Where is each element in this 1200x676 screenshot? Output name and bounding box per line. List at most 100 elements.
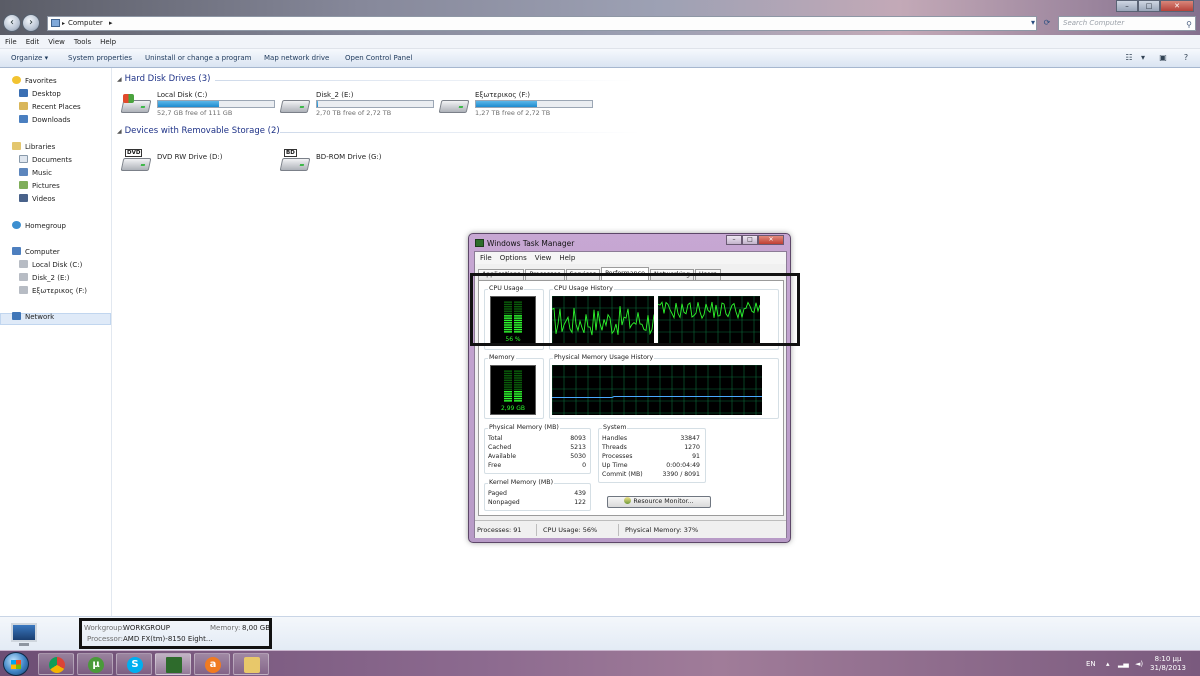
nav-libraries[interactable]: Libraries [12,142,55,152]
drive-free-space: 1,27 TB free of 2,72 TB [475,109,551,117]
tm-maximize-button[interactable]: □ [742,235,758,245]
drive-name: BD-ROM Drive (G:) [316,153,382,161]
nav-pictures[interactable]: Pictures [19,181,60,191]
optical-drive-tile[interactable]: BD BD-ROM Drive (G:) [279,145,441,175]
taskbar-task-manager[interactable] [155,653,191,675]
optical-drive-tile[interactable]: DVD DVD RW Drive (D:) [120,145,282,175]
view-dropdown-icon[interactable]: ▾ [1137,53,1149,63]
bd-drive-icon: BD [279,148,311,171]
tm-close-button[interactable]: ✕ [758,235,784,245]
uninstall-program-button[interactable]: Uninstall or change a program [145,49,252,68]
status-separator [618,524,619,536]
map-network-drive-button[interactable]: Map network drive [264,49,329,68]
taskbar-chrome[interactable] [38,653,74,675]
collapse-icon: ◢ [117,128,122,135]
meter-segment [504,390,512,393]
taskbar-explorer[interactable] [233,653,269,675]
menu-edit[interactable]: Edit [21,35,44,49]
menu-file[interactable]: File [0,35,21,49]
drive-free-space: 2,70 TB free of 2,72 TB [316,109,392,117]
nav-videos[interactable]: Videos [19,194,55,204]
nav-desktop[interactable]: Desktop [19,89,61,99]
nav-disk2-e[interactable]: Disk_2 (E:) [19,273,69,283]
task-manager-icon [166,657,182,673]
taskbar-utorrent[interactable]: µ [77,653,113,675]
highlight-box [79,618,272,649]
drive-tile[interactable]: Εξωτερικος (F:) 1,27 TB free of 2,72 TB [438,91,600,121]
nav-downloads[interactable]: Downloads [19,115,70,125]
refresh-icon[interactable]: ⟳ [1039,16,1055,31]
skype-icon: S [127,657,143,673]
tm-minimize-button[interactable]: – [726,235,742,245]
nav-network[interactable]: Network [12,312,54,322]
taskbar-skype[interactable]: S [116,653,152,675]
organize-button[interactable]: Organize ▾ [11,49,48,68]
menu-help[interactable]: Help [95,35,120,49]
nav-favorites[interactable]: Favorites [12,76,57,86]
nav-music[interactable]: Music [19,168,52,178]
memory-trace [552,396,762,398]
nav-local-disk-c[interactable]: Local Disk (C:) [19,260,82,270]
group-removable-storage[interactable]: ◢ Devices with Removable Storage (2) [117,126,280,136]
meter-segment [504,374,512,377]
system-box: System Handles 33847 Threads 1270 Processe… [598,424,706,483]
maximize-button[interactable]: □ [1138,0,1160,12]
close-button[interactable]: ✕ [1160,0,1194,12]
meter-segment [504,384,512,386]
tm-menu-file[interactable]: File [475,252,495,264]
meter-segment [514,384,522,386]
nav-external-f[interactable]: Εξωτερικος (F:) [19,286,87,296]
address-bar[interactable]: ▸ Computer ▸ [47,16,1037,31]
clock[interactable]: 8:10 μμ 31/8/2013 [1148,655,1188,673]
change-view-icon[interactable]: ☷ [1123,53,1135,63]
forward-button[interactable]: › [22,14,40,32]
preview-pane-icon[interactable]: ▣ [1157,53,1169,63]
open-control-panel-button[interactable]: Open Control Panel [345,49,412,68]
explorer-menu-bar: File Edit View Tools Help [0,35,1200,49]
nav-computer[interactable]: Computer [12,247,60,257]
help-icon[interactable]: ? [1180,53,1192,63]
meter-segment [514,379,522,382]
meter-segment [514,386,522,388]
language-indicator[interactable]: EN [1086,651,1096,676]
tm-menu-help[interactable]: Help [554,252,578,264]
recent-places-icon [19,102,28,110]
show-hidden-icons-icon[interactable]: ▴ [1106,651,1110,676]
taskbar-avast[interactable]: a [194,653,230,675]
menu-tools[interactable]: Tools [69,35,95,49]
tm-menu-options[interactable]: Options [495,252,530,264]
breadcrumb-computer[interactable]: Computer [68,19,103,27]
drive-free-space: 52,7 GB free of 111 GB [157,109,233,117]
system-properties-button[interactable]: System properties [68,49,132,68]
back-button[interactable]: ‹ [3,14,21,32]
phys-memory-history-chart [552,365,762,415]
memory-title: Memory [488,354,516,361]
drive-usage-bar [316,100,434,108]
drive-tile[interactable]: Disk_2 (E:) 2,70 TB free of 2,72 TB [279,91,441,121]
libraries-icon [12,142,21,150]
drive-tile[interactable]: Local Disk (C:) 52,7 GB free of 111 GB [120,91,282,121]
signal-icon[interactable]: ▂▄ [1118,651,1129,676]
minimize-button[interactable]: – [1116,0,1138,12]
resource-monitor-button[interactable]: Resource Monitor... [607,496,711,508]
star-icon [12,76,21,84]
meter-segment [504,372,512,375]
menu-view[interactable]: View [43,35,69,49]
task-manager-body: File Options View Help Applications Process… [470,251,800,538]
memory-value: 8,00 GB [242,624,271,632]
nav-recent-places[interactable]: Recent Places [19,102,81,112]
videos-icon [19,194,28,202]
group-hard-disk-drives[interactable]: ◢ Hard Disk Drives (3) [117,74,210,84]
phys-history-title: Physical Memory Usage History [553,354,655,361]
start-button[interactable] [3,652,29,676]
meter-segment [514,372,522,375]
details-pane: Workgroup: WORKGROUP Memory: 8,00 GB Pro… [0,616,1200,650]
homegroup-icon [12,221,21,229]
system-title: System [602,424,628,431]
volume-icon[interactable]: ◄) [1135,651,1143,676]
search-input[interactable]: Search Computer ⚲ [1058,16,1196,31]
tm-menu-view[interactable]: View [530,252,555,264]
breadcrumb-chevron-icon[interactable]: ▸ [109,19,113,27]
nav-documents[interactable]: Documents [19,155,72,165]
nav-homegroup[interactable]: Homegroup [12,221,66,231]
